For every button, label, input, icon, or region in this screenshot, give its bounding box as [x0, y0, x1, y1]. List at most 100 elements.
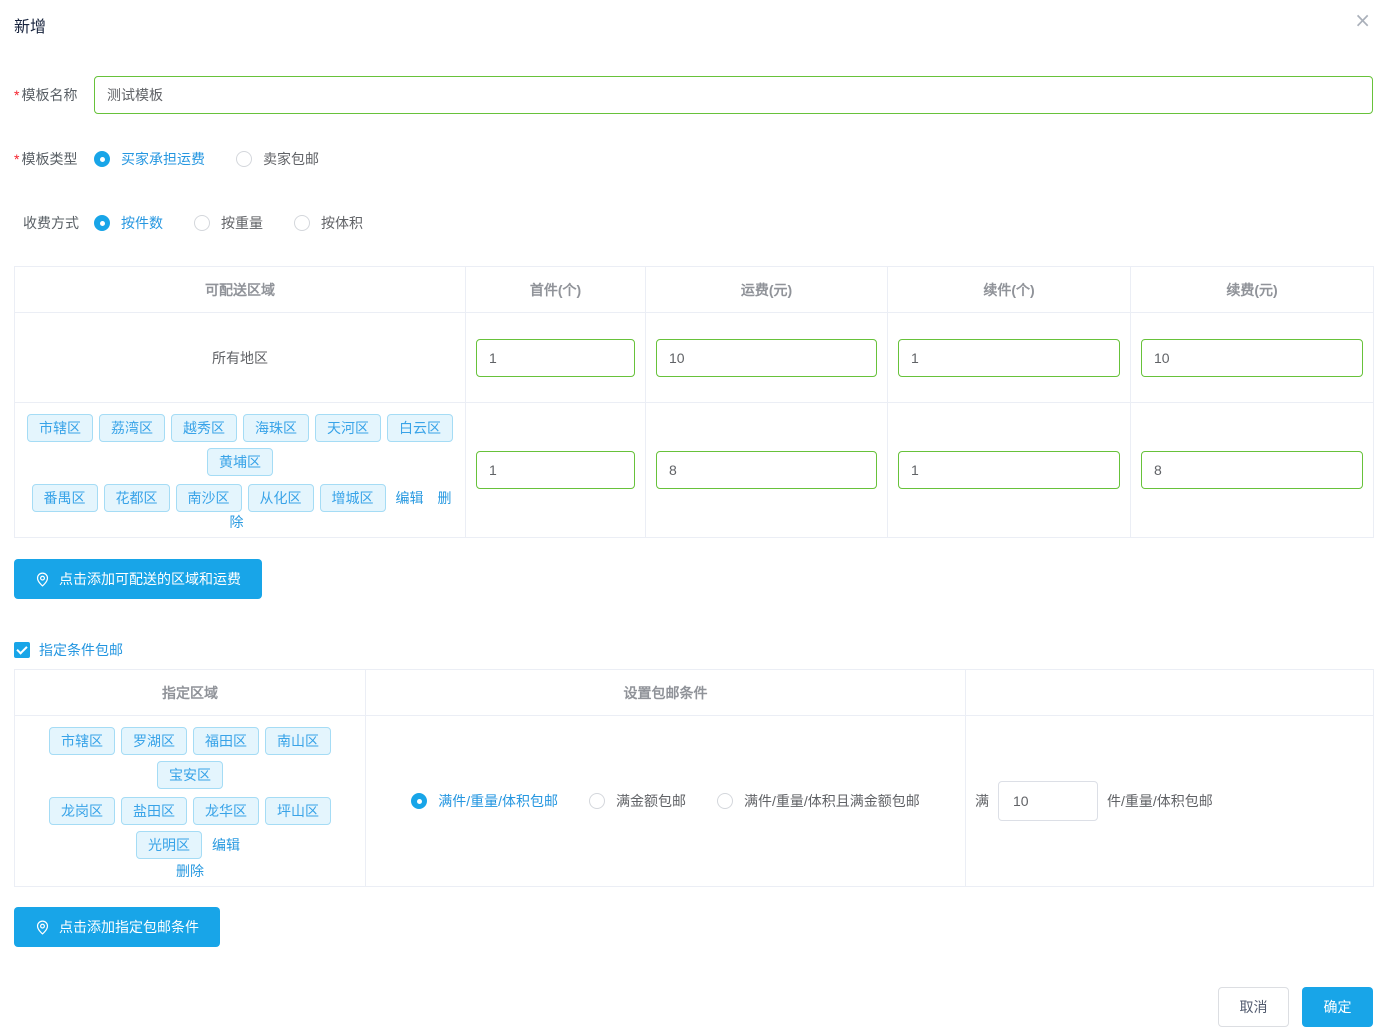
tag-line-2: 龙岗区盐田区龙华区坪山区光明区编辑	[19, 794, 361, 862]
radio-icon	[94, 151, 110, 167]
template-name-input[interactable]	[94, 76, 1373, 114]
charge-method-row: 收费方式 按件数 按重量 按体积	[14, 213, 1373, 233]
add-template-modal: 新增 × *模板名称 *模板类型 买家承担运费 卖家包邮 收费方式 按件数 按重…	[0, 0, 1387, 1027]
required-mark: *	[14, 87, 19, 103]
radio-by-quantity[interactable]: 按件数	[94, 213, 163, 233]
radio-icon	[236, 151, 252, 167]
region-tag: 增城区	[320, 484, 386, 512]
radio-qty-and-amount-free[interactable]: 满件/重量/体积且满金额包邮	[717, 791, 920, 811]
region-tag: 福田区	[193, 727, 259, 755]
close-icon[interactable]: ×	[1354, 10, 1371, 30]
radio-qty-weight-volume-free[interactable]: 满件/重量/体积包邮	[411, 791, 558, 811]
template-type-label: *模板类型	[14, 149, 94, 169]
tag-line-1: 市辖区荔湾区越秀区海珠区天河区白云区黄埔区	[19, 411, 461, 479]
edit-areas-link[interactable]: 编辑	[212, 837, 240, 853]
region-tag: 坪山区	[265, 797, 331, 825]
threshold-value-input[interactable]	[998, 781, 1098, 821]
region-tag: 南沙区	[176, 484, 242, 512]
tag-line-3: 删除	[19, 864, 361, 878]
radio-seller-free-shipping[interactable]: 卖家包邮	[236, 149, 319, 169]
first-qty-input[interactable]	[476, 451, 635, 489]
region-tag: 罗湖区	[121, 727, 187, 755]
tag-group: 龙岗区盐田区龙华区坪山区光明区	[46, 803, 334, 853]
table-row-custom-areas: 市辖区荔湾区越秀区海珠区天河区白云区黄埔区 番禺区花都区南沙区从化区增城区编辑删…	[15, 403, 1374, 538]
page-title: 新增	[14, 0, 1373, 35]
header-freight-fee: 运费(元)	[646, 267, 888, 313]
radio-icon	[194, 215, 210, 231]
region-tag: 龙岗区	[49, 797, 115, 825]
header-empty	[966, 670, 1374, 716]
header-delivery-area: 可配送区域	[15, 267, 466, 313]
radio-icon	[411, 793, 427, 809]
area-tags-cell: 市辖区荔湾区越秀区海珠区天河区白云区黄埔区 番禺区花都区南沙区从化区增城区编辑删…	[15, 403, 466, 538]
area-cell: 所有地区	[15, 313, 466, 403]
delete-areas-link[interactable]: 删除	[176, 863, 204, 879]
free-shipping-row: 市辖区罗湖区福田区南山区宝安区 龙岗区盐田区龙华区坪山区光明区编辑 删除 满件/…	[15, 716, 1374, 887]
region-tag: 荔湾区	[99, 414, 165, 442]
modal-footer: 取消 确定	[14, 987, 1373, 1027]
charge-method-label: 收费方式	[14, 213, 94, 233]
next-qty-input[interactable]	[898, 451, 1120, 489]
free-shipping-header-row: 指定区域 设置包邮条件	[15, 670, 1374, 716]
region-tag: 从化区	[248, 484, 314, 512]
header-condition-setting: 设置包邮条件	[366, 670, 966, 716]
cancel-button[interactable]: 取消	[1218, 987, 1289, 1027]
region-tag: 光明区	[136, 831, 202, 859]
location-pin-icon	[35, 920, 50, 935]
radio-amount-free[interactable]: 满金额包邮	[589, 791, 686, 811]
region-tag: 白云区	[387, 414, 453, 442]
region-tag: 龙华区	[193, 797, 259, 825]
radio-buyer-pays-freight[interactable]: 买家承担运费	[94, 149, 205, 169]
tag-line-2: 番禺区花都区南沙区从化区增城区编辑删除	[19, 481, 461, 529]
region-tag: 黄埔区	[207, 448, 273, 476]
edit-areas-link[interactable]: 编辑	[396, 490, 424, 506]
region-tag: 花都区	[104, 484, 170, 512]
threshold-suffix: 件/重量/体积包邮	[1107, 791, 1213, 811]
header-next-qty: 续件(个)	[888, 267, 1131, 313]
header-first-qty: 首件(个)	[466, 267, 646, 313]
radio-icon	[294, 215, 310, 231]
radio-by-weight[interactable]: 按重量	[194, 213, 263, 233]
region-tag: 市辖区	[49, 727, 115, 755]
first-qty-input[interactable]	[476, 339, 635, 377]
region-tag: 海珠区	[243, 414, 309, 442]
tag-group: 番禺区花都区南沙区从化区增城区	[29, 490, 389, 506]
radio-icon	[717, 793, 733, 809]
next-fee-input[interactable]	[1141, 451, 1363, 489]
region-tag: 越秀区	[171, 414, 237, 442]
specified-area-cell: 市辖区罗湖区福田区南山区宝安区 龙岗区盐田区龙华区坪山区光明区编辑 删除	[15, 716, 366, 887]
free-shipping-table: 指定区域 设置包邮条件 市辖区罗湖区福田区南山区宝安区 龙岗区盐田区龙华区坪山区…	[14, 669, 1374, 887]
region-tag: 番禺区	[32, 484, 98, 512]
radio-icon	[589, 793, 605, 809]
next-qty-input[interactable]	[898, 339, 1120, 377]
checkbox-checked-icon	[14, 642, 30, 658]
region-tag: 南山区	[265, 727, 331, 755]
required-mark: *	[14, 151, 19, 167]
template-name-row: *模板名称	[14, 76, 1373, 114]
conditional-free-shipping-checkbox[interactable]: 指定条件包邮	[14, 640, 123, 660]
region-tag: 盐田区	[121, 797, 187, 825]
header-specified-area: 指定区域	[15, 670, 366, 716]
template-name-label: *模板名称	[14, 85, 94, 105]
confirm-button[interactable]: 确定	[1302, 987, 1373, 1027]
region-tag: 市辖区	[27, 414, 93, 442]
region-tag: 天河区	[315, 414, 381, 442]
add-free-shipping-condition-button[interactable]: 点击添加指定包邮条件	[14, 907, 220, 947]
tag-line-1: 市辖区罗湖区福田区南山区宝安区	[19, 724, 361, 792]
freight-table: 可配送区域 首件(个) 运费(元) 续件(个) 续费(元) 所有地区 市辖区荔湾…	[14, 266, 1374, 538]
location-pin-icon	[35, 572, 50, 587]
freight-table-header-row: 可配送区域 首件(个) 运费(元) 续件(个) 续费(元)	[15, 267, 1374, 313]
header-next-fee: 续费(元)	[1131, 267, 1374, 313]
freight-fee-input[interactable]	[656, 451, 877, 489]
freight-fee-input[interactable]	[656, 339, 877, 377]
condition-cell: 满件/重量/体积包邮 满金额包邮 满件/重量/体积且满金额包邮	[366, 716, 966, 887]
template-type-row: *模板类型 买家承担运费 卖家包邮	[14, 149, 1373, 169]
threshold-prefix: 满	[975, 791, 989, 811]
table-row-all-areas: 所有地区	[15, 313, 1374, 403]
radio-by-volume[interactable]: 按体积	[294, 213, 363, 233]
region-tag: 宝安区	[157, 761, 223, 789]
radio-icon	[94, 215, 110, 231]
threshold-cell: 满 件/重量/体积包邮	[966, 716, 1374, 887]
add-delivery-area-button[interactable]: 点击添加可配送的区域和运费	[14, 559, 262, 599]
next-fee-input[interactable]	[1141, 339, 1363, 377]
